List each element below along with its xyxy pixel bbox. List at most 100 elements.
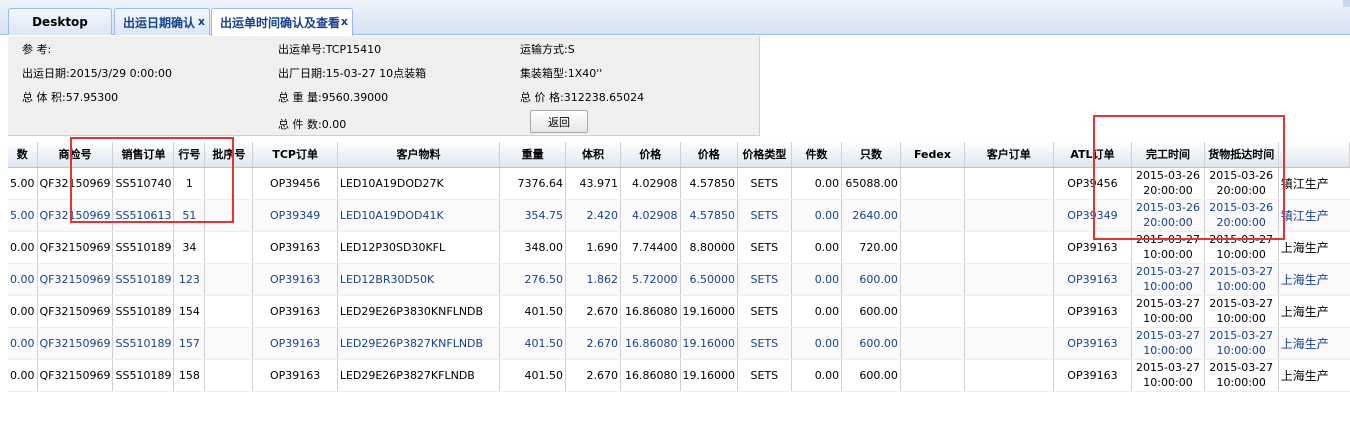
app-window: Desktop 出运日期确认 x 出运单时间确认及查看 x 参 考: 出运日期:… bbox=[0, 0, 1350, 425]
table-cell: 2015-03-26 20:00:00 bbox=[1204, 199, 1279, 232]
table-cell: 上海生产 bbox=[1278, 327, 1350, 360]
total-pieces-field: 总 件 数:0.00 bbox=[278, 118, 347, 131]
table-cell: 2015-03-27 10:00:00 bbox=[1204, 359, 1279, 392]
tab-desktop[interactable]: Desktop bbox=[8, 8, 112, 35]
table-cell bbox=[964, 327, 1054, 360]
table-cell: 4.02908 bbox=[620, 199, 681, 232]
table-cell: 2015-03-26 20:00:00 bbox=[1131, 167, 1205, 200]
column-header[interactable]: 重量 bbox=[499, 142, 567, 168]
table-cell: 600.00 bbox=[841, 295, 901, 328]
table-row[interactable]: 0.00 QF32150969 SS510189 157 OP39163 LED29E26… bbox=[8, 327, 1350, 360]
table-cell: 2015-03-26 20:00:00 bbox=[1131, 199, 1205, 232]
column-header[interactable]: 价格 bbox=[620, 142, 681, 168]
table-cell: 2.670 bbox=[565, 295, 622, 328]
column-header[interactable]: ATL订单 bbox=[1053, 142, 1133, 168]
table-cell: SS510613 bbox=[112, 199, 175, 232]
table-cell: 2015-03-27 10:00:00 bbox=[1131, 263, 1205, 296]
table-cell bbox=[204, 295, 254, 328]
column-header[interactable]: 客户订单 bbox=[964, 142, 1054, 168]
table-cell: 4.57850 bbox=[680, 199, 738, 232]
column-header[interactable]: 商检号 bbox=[37, 142, 114, 168]
table-cell: 600.00 bbox=[841, 359, 901, 392]
container-field: 集装箱型:1X40'' bbox=[520, 67, 603, 80]
table-row[interactable]: 0.00 QF32150969 SS510189 158 OP39163 LED29E26… bbox=[8, 359, 1350, 392]
table-cell bbox=[900, 167, 966, 200]
table-cell: OP39456 bbox=[1053, 167, 1133, 200]
table-cell: LED29E26P3830KNFLNDB bbox=[337, 295, 501, 328]
close-icon[interactable]: x bbox=[198, 15, 205, 28]
table-row[interactable]: 0.00 QF32150969 SS510189 154 OP39163 LED29E26… bbox=[8, 295, 1350, 328]
table-cell: 上海生产 bbox=[1278, 231, 1350, 264]
table-cell: LED12BR30D50K bbox=[337, 263, 501, 296]
column-header[interactable]: 价格类型 bbox=[737, 142, 792, 168]
grid-table: 数商检号 销售订单 行号 批序号 TCP订单 客户物料 重量 体积 价格 价格 价格类型 件数 只数 Fe… bbox=[8, 142, 1350, 392]
tab-ship-date-confirm[interactable]: 出运日期确认 x bbox=[114, 8, 210, 35]
tab-shipment-time-confirm[interactable]: 出运单时间确认及查看 x bbox=[211, 8, 353, 36]
table-cell: OP39163 bbox=[252, 231, 338, 264]
table-cell: 上海生产 bbox=[1278, 359, 1350, 392]
column-header[interactable]: 批序号 bbox=[204, 142, 254, 168]
back-button[interactable]: 返回 bbox=[530, 110, 588, 133]
tab-shipment-time-confirm-label: 出运单时间确认及查看 bbox=[220, 16, 341, 30]
table-cell: SS510189 bbox=[112, 327, 175, 360]
table-cell: 2.420 bbox=[565, 199, 622, 232]
tab-ship-date-confirm-label: 出运日期确认 bbox=[123, 15, 196, 30]
grid-header-row: 数商检号 销售订单 行号 批序号 TCP订单 客户物料 重量 体积 价格 价格 价格类型 件数 只数 Fe… bbox=[8, 142, 1350, 168]
table-cell: 4.02908 bbox=[620, 167, 681, 200]
column-header[interactable]: 客户物料 bbox=[337, 142, 501, 168]
table-cell: 401.50 bbox=[499, 327, 567, 360]
table-cell: 2015-03-27 10:00:00 bbox=[1204, 327, 1279, 360]
table-cell: LED12P30SD30KFL bbox=[337, 231, 501, 264]
ref-field: 参 考: bbox=[22, 43, 52, 56]
column-header[interactable]: 件数 bbox=[791, 142, 843, 168]
column-header[interactable]: 数 bbox=[8, 142, 38, 168]
table-cell: 0.00 bbox=[8, 263, 38, 296]
table-cell: SETS bbox=[737, 199, 792, 232]
table-row[interactable]: 0.00 QF32150969 SS510189 34 OP39163 LED12P30S… bbox=[8, 231, 1350, 264]
close-icon[interactable]: x bbox=[341, 15, 348, 28]
column-header[interactable]: 行号 bbox=[173, 142, 206, 168]
table-cell: SS510740 bbox=[112, 167, 175, 200]
table-cell bbox=[204, 167, 254, 200]
column-header[interactable]: 体积 bbox=[565, 142, 622, 168]
table-row[interactable]: 5.00 QF32150969 SS510613 51 OP39349 LED10A19D… bbox=[8, 199, 1350, 232]
table-cell: LED10A19DOD41K bbox=[337, 199, 501, 232]
table-cell bbox=[964, 263, 1054, 296]
table-cell: 158 bbox=[173, 359, 206, 392]
table-cell: QF32150969 bbox=[37, 359, 114, 392]
table-cell: 401.50 bbox=[499, 359, 567, 392]
table-row[interactable]: 0.00 QF32150969 SS510189 123 OP39163 LED12BR3… bbox=[8, 263, 1350, 296]
column-header[interactable]: 价格 bbox=[680, 142, 738, 168]
column-header[interactable] bbox=[1278, 142, 1350, 168]
table-cell: 0.00 bbox=[8, 327, 38, 360]
table-cell: SETS bbox=[737, 327, 792, 360]
table-row[interactable]: 5.00 QF32150969 SS510740 1 OP39456 LED10A19DO… bbox=[8, 167, 1350, 200]
table-cell: OP39163 bbox=[1053, 231, 1133, 264]
table-cell: OP39163 bbox=[252, 295, 338, 328]
table-cell: 上海生产 bbox=[1278, 263, 1350, 296]
column-header[interactable]: 货物抵达时间 bbox=[1204, 142, 1279, 168]
table-cell: OP39163 bbox=[252, 327, 338, 360]
shipment-info-panel: 参 考: 出运日期:2015/3/29 0:00:00 总 体 积:57.953… bbox=[8, 36, 760, 136]
column-header[interactable]: 只数 bbox=[841, 142, 901, 168]
table-cell: 720.00 bbox=[841, 231, 901, 264]
table-cell: 16.86080 bbox=[620, 359, 681, 392]
column-header[interactable]: 完工时间 bbox=[1131, 142, 1205, 168]
table-cell: 154 bbox=[173, 295, 206, 328]
column-header[interactable]: Fedex bbox=[900, 142, 966, 168]
table-cell: 0.00 bbox=[8, 359, 38, 392]
table-cell: 7.74400 bbox=[620, 231, 681, 264]
table-cell bbox=[900, 359, 966, 392]
total-weight-field: 总 重 量:9560.39000 bbox=[278, 91, 389, 104]
column-header[interactable]: TCP订单 bbox=[252, 142, 338, 168]
total-price-field: 总 价 格:312238.65024 bbox=[520, 91, 645, 104]
table-cell: QF32150969 bbox=[37, 263, 114, 296]
table-cell: SETS bbox=[737, 263, 792, 296]
table-cell bbox=[900, 263, 966, 296]
table-cell: 5.00 bbox=[8, 199, 38, 232]
table-cell: 1 bbox=[173, 167, 206, 200]
ship-date-field: 出运日期:2015/3/29 0:00:00 bbox=[22, 67, 173, 80]
table-cell: 0.00 bbox=[791, 295, 843, 328]
table-cell: 上海生产 bbox=[1278, 295, 1350, 328]
column-header[interactable]: 销售订单 bbox=[112, 142, 175, 168]
